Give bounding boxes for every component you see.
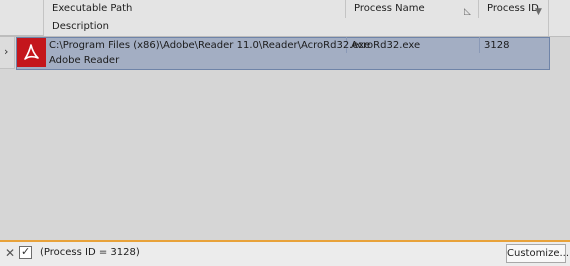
column-header-description[interactable]: Description (44, 18, 549, 36)
clear-filter-icon[interactable]: ✕ (5, 247, 15, 259)
cell-process-name: AcroRd32.exe (351, 40, 421, 51)
cell-description: Adobe Reader (49, 55, 120, 66)
checkmark-icon: ✓ (21, 245, 31, 258)
cell-executable-path: C:\Program Files (x86)\Adobe\Reader 11.0… (49, 40, 371, 51)
filter-expression[interactable]: (Process ID = 3128) (40, 246, 140, 260)
filter-panel: ✕ ✓ (Process ID = 3128) Customize... (0, 240, 570, 266)
column-header-process-name-label: Process Name (354, 3, 425, 14)
customize-button[interactable]: Customize... (506, 244, 569, 263)
table-row[interactable]: › C:\Program Files (x86)\Adobe\Reader 11… (0, 37, 550, 70)
header-corner (0, 0, 44, 36)
column-header-process-name[interactable]: Process Name ◺ (346, 0, 479, 18)
column-header-process-id-label: Process ID (487, 3, 539, 14)
chevron-right-icon: › (4, 45, 9, 58)
process-grid: Executable Path Process Name ◺ Process I… (0, 0, 570, 240)
adobe-reader-icon (17, 38, 46, 67)
cell-divider (479, 37, 480, 53)
filter-enabled-checkbox[interactable]: ✓ (19, 245, 32, 259)
band-header-row: Description (0, 18, 570, 37)
row-expander[interactable]: › (0, 37, 15, 69)
column-header-executable-path[interactable]: Executable Path (44, 0, 346, 18)
cell-process-id: 3128 (484, 40, 510, 51)
column-header-row: Executable Path Process Name ◺ Process I… (0, 0, 570, 19)
column-header-process-id[interactable]: Process ID ▼ (479, 0, 549, 18)
